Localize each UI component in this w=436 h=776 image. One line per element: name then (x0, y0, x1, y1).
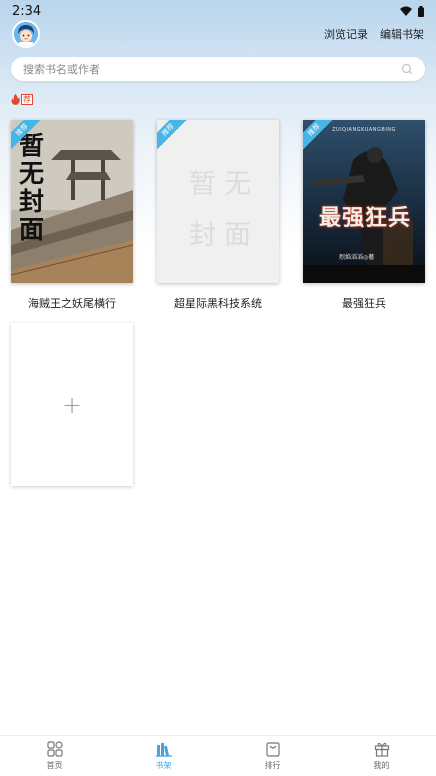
cover-placeholder-char: 封 (189, 220, 216, 251)
search-icon[interactable] (401, 63, 413, 75)
header-links: 浏览记录 编辑书架 (324, 26, 424, 42)
cover-placeholder-text: 暂 无 封 面 (185, 162, 255, 252)
status-time: 2:34 (12, 3, 42, 19)
status-icons (400, 5, 424, 17)
book-title[interactable]: 海贼王之妖尾横行 (11, 295, 133, 311)
ranking-bag-icon (265, 742, 280, 757)
tab-label: 书架 (155, 761, 172, 770)
user-avatar[interactable] (12, 20, 40, 48)
cover-author: 烈焰滔滔◎著 (339, 254, 375, 261)
battery-icon (418, 5, 424, 17)
history-link[interactable]: 浏览记录 (324, 26, 368, 42)
cover-title-vertical: 暂无封面 (19, 132, 49, 244)
edit-shelf-link[interactable]: 编辑书架 (380, 26, 424, 42)
tab-label: 我的 (373, 761, 390, 770)
cover-placeholder-char: 面 (224, 220, 251, 251)
bottom-tab-bar: 首页 书架 排行 我的 (0, 735, 436, 776)
status-bar: 2:34 (0, 0, 436, 22)
search-bar[interactable]: 搜索书名或作者 (11, 57, 425, 81)
book-cover[interactable]: 暂无封面 推荐 (11, 120, 133, 283)
search-input[interactable]: 搜索书名或作者 (23, 61, 401, 77)
book-title[interactable]: 超星际黑科技系统 (157, 295, 279, 311)
tab-bookshelf[interactable]: 书架 (109, 736, 218, 776)
book-card[interactable]: 暂 无 封 面 推荐 超星际黑科技系统 (157, 120, 279, 311)
tab-mine[interactable]: 我的 (327, 736, 436, 776)
book-cover[interactable]: ZUIQIANGKUANGBING 最强狂兵 烈焰滔滔◎著 推荐 (303, 120, 425, 283)
tab-ranking[interactable]: 排行 (218, 736, 327, 776)
top-header: 浏览记录 编辑书架 (0, 20, 436, 50)
book-cover-placeholder[interactable]: 暂 无 封 面 推荐 (157, 120, 279, 283)
wifi-icon (400, 6, 412, 16)
grid-icon (46, 741, 63, 757)
fire-icon (11, 93, 20, 105)
cover-title: 最强狂兵 (318, 205, 411, 231)
bookshelf-icon (155, 743, 172, 757)
cover-placeholder-char: 暂 (189, 169, 216, 200)
gift-icon (374, 742, 389, 757)
cover-title-text: 暂无封面 (19, 131, 45, 244)
add-icon: + (61, 390, 83, 419)
book-card[interactable]: ZUIQIANGKUANGBING 最强狂兵 烈焰滔滔◎著 推荐 最强狂兵 (303, 120, 425, 311)
recommend-ribbon: 推荐 (157, 120, 193, 155)
book-card[interactable]: 暂无封面 推荐 海贼王之妖尾横行 (11, 120, 133, 311)
tab-label: 排行 (264, 761, 281, 770)
recommend-tag: 荐 (11, 93, 33, 105)
cover-placeholder-char: 无 (224, 169, 251, 200)
avatar-face-icon (14, 22, 38, 46)
add-book-button[interactable]: + (11, 323, 133, 486)
recommend-label: 荐 (21, 93, 33, 105)
tab-label: 首页 (46, 761, 63, 770)
tab-home[interactable]: 首页 (0, 736, 109, 776)
book-title[interactable]: 最强狂兵 (303, 295, 425, 311)
